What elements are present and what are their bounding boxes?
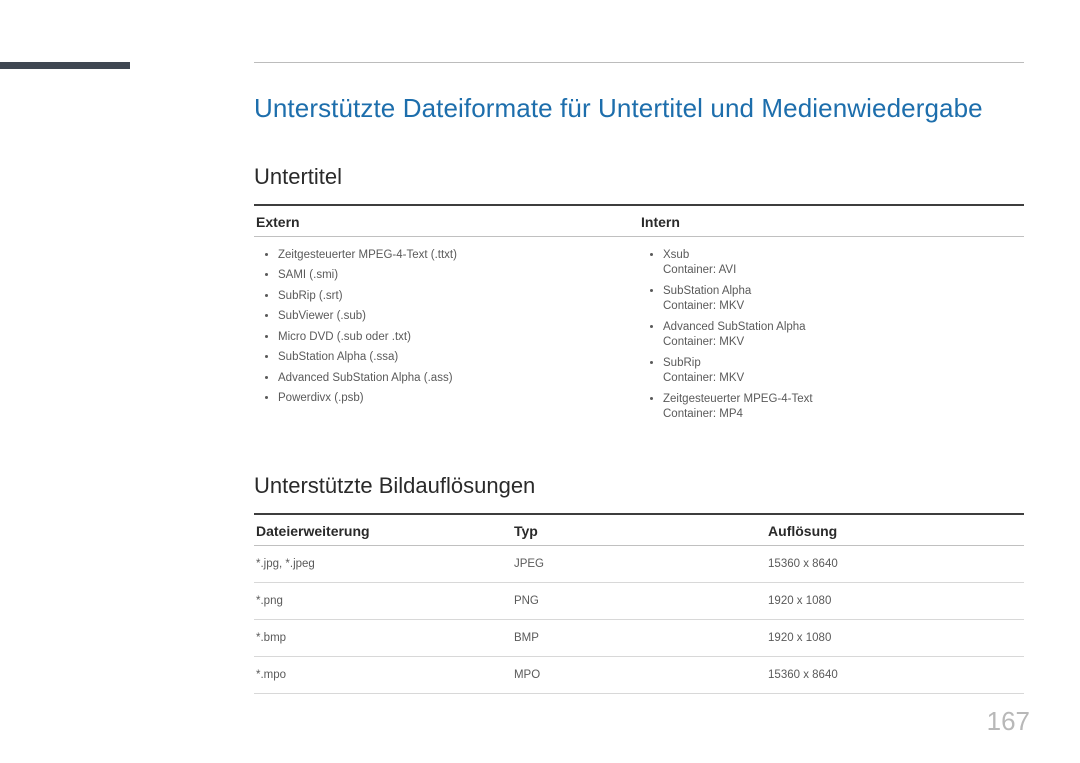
cell-ext: *.png xyxy=(254,583,512,619)
list-item: SubStation AlphaContainer: MKV xyxy=(663,281,1024,317)
section-heading-subtitles: Untertitel xyxy=(254,164,1024,190)
list-item: XsubContainer: AVI xyxy=(663,245,1024,281)
list-item-sub: Container: MKV xyxy=(663,371,1024,387)
list-item-sub: Container: MP4 xyxy=(663,407,1024,423)
list-item: Micro DVD (.sub oder .txt) xyxy=(278,327,639,348)
list-item-sub: Container: AVI xyxy=(663,263,1024,279)
table-row: *.mpoMPO15360 x 8640 xyxy=(254,657,1024,694)
table-row: *.bmpBMP1920 x 1080 xyxy=(254,620,1024,657)
col-head-ext: Dateierweiterung xyxy=(254,515,512,545)
resolutions-table: Dateierweiterung Typ Auflösung *.jpg, *.… xyxy=(254,513,1024,694)
col-head-extern: Extern xyxy=(254,206,639,236)
col-head-intern: Intern xyxy=(639,206,1024,236)
extern-col: Zeitgesteuerter MPEG-4-Text (.ttxt)SAMI … xyxy=(254,237,639,443)
side-tab-bar xyxy=(0,62,130,69)
table-row: *.pngPNG1920 x 1080 xyxy=(254,583,1024,620)
cell-type: MPO xyxy=(512,657,766,693)
list-item: SubRip (.srt) xyxy=(278,286,639,307)
col-head-type: Typ xyxy=(512,515,766,545)
list-item: Advanced SubStation Alpha (.ass) xyxy=(278,368,639,389)
cell-res: 1920 x 1080 xyxy=(766,620,1024,656)
list-item: Advanced SubStation AlphaContainer: MKV xyxy=(663,317,1024,353)
cell-ext: *.mpo xyxy=(254,657,512,693)
list-item: SubRipContainer: MKV xyxy=(663,353,1024,389)
cell-ext: *.bmp xyxy=(254,620,512,656)
page-number: 167 xyxy=(987,706,1030,737)
list-item: Powerdivx (.psb) xyxy=(278,389,639,410)
top-rule xyxy=(254,62,1024,63)
list-item: SubViewer (.sub) xyxy=(278,307,639,328)
list-item: Zeitgesteuerter MPEG-4-Text (.ttxt) xyxy=(278,245,639,266)
intern-col: XsubContainer: AVISubStation AlphaContai… xyxy=(639,237,1024,443)
list-item: SubStation Alpha (.ssa) xyxy=(278,348,639,369)
resolutions-header-row: Dateierweiterung Typ Auflösung xyxy=(254,515,1024,546)
col-head-res: Auflösung xyxy=(766,515,1024,545)
list-item: Zeitgesteuerter MPEG-4-TextContainer: MP… xyxy=(663,389,1024,425)
list-item-sub: Container: MKV xyxy=(663,335,1024,351)
page-title: Unterstützte Dateiformate für Untertitel… xyxy=(254,93,1024,124)
page-content: Unterstützte Dateiformate für Untertitel… xyxy=(254,62,1024,694)
subtitles-table: Extern Intern Zeitgesteuerter MPEG-4-Tex… xyxy=(254,204,1024,443)
list-item: SAMI (.smi) xyxy=(278,266,639,287)
subtitles-header-row: Extern Intern xyxy=(254,206,1024,237)
cell-res: 15360 x 8640 xyxy=(766,546,1024,582)
cell-ext: *.jpg, *.jpeg xyxy=(254,546,512,582)
section-heading-resolutions: Unterstützte Bildauflösungen xyxy=(254,473,1024,499)
cell-type: JPEG xyxy=(512,546,766,582)
cell-type: BMP xyxy=(512,620,766,656)
cell-res: 15360 x 8640 xyxy=(766,657,1024,693)
cell-res: 1920 x 1080 xyxy=(766,583,1024,619)
table-row: *.jpg, *.jpegJPEG15360 x 8640 xyxy=(254,546,1024,583)
list-item-sub: Container: MKV xyxy=(663,299,1024,315)
cell-type: PNG xyxy=(512,583,766,619)
subtitles-body-row: Zeitgesteuerter MPEG-4-Text (.ttxt)SAMI … xyxy=(254,237,1024,443)
